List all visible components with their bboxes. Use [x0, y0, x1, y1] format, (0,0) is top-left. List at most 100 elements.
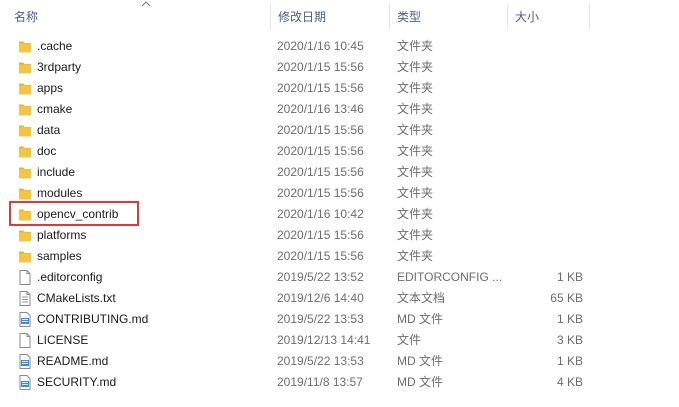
file-type: 文件夹	[397, 144, 434, 158]
file-row[interactable]: include 2020/1/15 15:56 文件夹	[0, 162, 679, 183]
file-modified-date: 2020/1/15 15:56	[277, 123, 364, 137]
file-row[interactable]: apps 2020/1/15 15:56 文件夹	[0, 78, 679, 99]
column-header-name-label: 名称	[14, 10, 39, 24]
file-modified-date: 2020/1/15 15:56	[277, 165, 364, 179]
file-size: 4 KB	[556, 375, 583, 389]
file-size	[507, 57, 583, 78]
file-size: 3 KB	[556, 333, 583, 347]
file-type: 文件夹	[397, 165, 434, 179]
md-file-icon	[18, 312, 32, 327]
file-size	[507, 78, 583, 99]
file-size	[507, 36, 583, 57]
file-name: samples	[37, 249, 82, 263]
column-header-date-label: 修改日期	[278, 10, 327, 24]
file-row[interactable]: samples 2020/1/15 15:56 文件夹	[0, 246, 679, 267]
md-file-icon	[18, 354, 32, 369]
folder-icon	[18, 123, 32, 138]
file-type: 文件夹	[397, 39, 434, 53]
file-type: 文本文档	[397, 291, 446, 305]
file-row[interactable]: doc 2020/1/15 15:56 文件夹	[0, 141, 679, 162]
folder-icon	[18, 39, 32, 54]
file-modified-date: 2020/1/16 10:42	[277, 207, 364, 221]
column-header-bar: 名称 修改日期 类型 大小	[0, 0, 679, 34]
file-size: 1 KB	[556, 270, 583, 284]
file-row[interactable]: .editorconfig 2019/5/22 13:52 EDITORCONFIG…	[0, 267, 679, 288]
folder-icon	[18, 186, 32, 201]
file-row[interactable]: CONTRIBUTING.md 2019/5/22 13:53 MD 文件 1 KB	[0, 309, 679, 330]
folder-icon	[18, 102, 32, 117]
file-row[interactable]: platforms 2020/1/15 15:56 文件夹	[0, 225, 679, 246]
file-row[interactable]: SECURITY.md 2019/11/8 13:57 MD 文件 4 KB	[0, 372, 679, 393]
column-divider[interactable]	[589, 4, 590, 30]
file-icon	[18, 270, 32, 285]
file-name: .editorconfig	[37, 270, 103, 284]
md-file-icon	[18, 375, 32, 390]
column-header-type[interactable]: 类型	[389, 0, 507, 34]
file-type: 文件夹	[397, 81, 434, 95]
sort-ascending-icon	[141, 1, 151, 7]
file-name: data	[37, 123, 61, 137]
file-name: .cache	[37, 39, 73, 53]
file-type: MD 文件	[397, 354, 443, 368]
file-type: MD 文件	[397, 312, 443, 326]
file-size	[507, 225, 583, 246]
file-modified-date: 2019/5/22 13:53	[277, 312, 364, 326]
file-modified-date: 2020/1/15 15:56	[277, 186, 364, 200]
file-type: 文件夹	[397, 102, 434, 116]
file-type: 文件	[397, 333, 422, 347]
file-size	[507, 204, 583, 225]
column-header-size-label: 大小	[515, 10, 540, 24]
file-size	[507, 99, 583, 120]
file-name: LICENSE	[37, 333, 89, 347]
folder-icon	[18, 165, 32, 180]
file-name: 3rdparty	[37, 60, 82, 74]
file-modified-date: 2020/1/15 15:56	[277, 81, 364, 95]
file-modified-date: 2020/1/15 15:56	[277, 228, 364, 242]
file-modified-date: 2019/12/6 14:40	[277, 291, 364, 305]
file-icon	[18, 333, 32, 348]
file-size	[507, 120, 583, 141]
file-name: include	[37, 165, 76, 179]
folder-icon	[18, 81, 32, 96]
file-name: apps	[37, 81, 64, 95]
file-name: CONTRIBUTING.md	[37, 312, 149, 326]
file-modified-date: 2019/5/22 13:53	[277, 354, 364, 368]
file-type: 文件夹	[397, 186, 434, 200]
folder-icon	[18, 144, 32, 159]
highlight-annotation-box	[9, 201, 139, 226]
file-type: 文件夹	[397, 207, 434, 221]
file-type: EDITORCONFIG ...	[397, 270, 503, 284]
file-type: 文件夹	[397, 123, 434, 137]
file-type: 文件夹	[397, 249, 434, 263]
file-row[interactable]: .cache 2020/1/16 10:45 文件夹	[0, 36, 679, 57]
file-modified-date: 2020/1/15 15:56	[277, 60, 364, 74]
file-name: CMakeLists.txt	[37, 291, 116, 305]
folder-icon	[18, 228, 32, 243]
file-size	[507, 183, 583, 204]
column-header-name[interactable]: 名称	[6, 0, 268, 34]
file-row[interactable]: data 2020/1/15 15:56 文件夹	[0, 120, 679, 141]
file-size	[507, 246, 583, 267]
column-header-date[interactable]: 修改日期	[270, 0, 388, 34]
file-size	[507, 141, 583, 162]
file-row[interactable]: cmake 2020/1/16 13:46 文件夹	[0, 99, 679, 120]
file-row[interactable]: CMakeLists.txt 2019/12/6 14:40 文本文档 65 KB	[0, 288, 679, 309]
file-row[interactable]: README.md 2019/5/22 13:53 MD 文件 1 KB	[0, 351, 679, 372]
text-file-icon	[18, 291, 32, 306]
file-modified-date: 2020/1/16 10:45	[277, 39, 364, 53]
file-modified-date: 2019/12/13 14:41	[277, 333, 371, 347]
file-name: cmake	[37, 102, 73, 116]
folder-icon	[18, 60, 32, 75]
file-type: 文件夹	[397, 60, 434, 74]
file-size: 1 KB	[556, 354, 583, 368]
file-name: README.md	[37, 354, 109, 368]
file-modified-date: 2020/1/15 15:56	[277, 249, 364, 263]
file-name: doc	[37, 144, 57, 158]
file-row[interactable]: LICENSE 2019/12/13 14:41 文件 3 KB	[0, 330, 679, 351]
file-type: 文件夹	[397, 228, 434, 242]
file-name: SECURITY.md	[37, 375, 117, 389]
column-header-size[interactable]: 大小	[507, 0, 589, 34]
file-size	[507, 162, 583, 183]
file-modified-date: 2020/1/16 13:46	[277, 102, 364, 116]
file-row[interactable]: 3rdparty 2020/1/15 15:56 文件夹	[0, 57, 679, 78]
